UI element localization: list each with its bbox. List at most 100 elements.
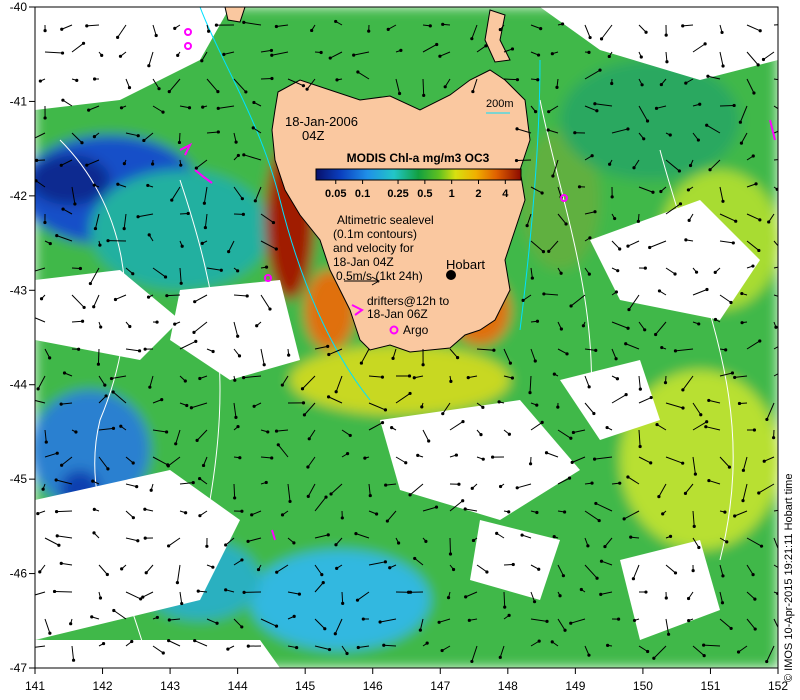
arrow-head bbox=[320, 573, 324, 577]
arrow-head bbox=[427, 439, 431, 443]
arrow-head bbox=[187, 106, 192, 110]
arrow-head bbox=[438, 54, 442, 58]
arrow-head bbox=[341, 601, 345, 605]
isobath-label: 200m bbox=[486, 98, 514, 110]
arrow-head bbox=[88, 281, 92, 286]
arrow-head bbox=[618, 247, 622, 251]
arrow-head bbox=[457, 482, 461, 486]
arrow-head bbox=[421, 363, 425, 367]
arrow-head bbox=[587, 385, 591, 389]
arrow-head bbox=[437, 620, 441, 624]
lon-tick-label: 144 bbox=[228, 679, 248, 693]
arrow-head bbox=[636, 219, 640, 223]
velocity-arrow bbox=[260, 77, 272, 80]
arrow-head bbox=[219, 268, 223, 272]
arrow-head bbox=[507, 510, 511, 514]
arrow-head bbox=[242, 590, 246, 594]
arrow-head bbox=[779, 631, 782, 634]
arrow-head bbox=[198, 476, 202, 481]
arrow-head bbox=[503, 605, 507, 609]
arrow-head bbox=[28, 139, 31, 142]
arrow-head bbox=[300, 387, 305, 391]
arrow-head bbox=[721, 199, 725, 203]
arrow-head bbox=[741, 498, 745, 503]
arrow-head bbox=[705, 123, 709, 127]
arrow-head bbox=[521, 298, 525, 302]
arrow-head bbox=[631, 577, 636, 581]
arrow-head bbox=[652, 656, 656, 660]
arrow-head bbox=[59, 163, 63, 167]
arrow-head bbox=[28, 595, 31, 598]
arrow-head bbox=[559, 327, 563, 331]
hobart-label: Hobart bbox=[446, 257, 485, 272]
arrow-head bbox=[702, 654, 706, 658]
arrow-head bbox=[479, 433, 483, 437]
arrow-head bbox=[461, 499, 465, 503]
arrow-head bbox=[269, 48, 274, 53]
lat-tick-label: -43 bbox=[10, 283, 28, 297]
arrow-head bbox=[721, 574, 725, 578]
arrow-head bbox=[659, 189, 663, 194]
arrow-head bbox=[328, 56, 332, 60]
arrow-head bbox=[234, 140, 238, 144]
arrow-head bbox=[175, 581, 180, 585]
arrow-head bbox=[361, 617, 365, 621]
arrow-head bbox=[696, 138, 700, 142]
arrow-head bbox=[348, 433, 352, 438]
arrow-head bbox=[262, 363, 266, 367]
arrow-head bbox=[713, 317, 718, 322]
arrow-head bbox=[180, 601, 184, 606]
arrow-head bbox=[515, 127, 519, 131]
arrow-head bbox=[92, 77, 97, 81]
arrow-head bbox=[595, 109, 599, 113]
arrow-head bbox=[688, 163, 693, 168]
arrow-head bbox=[92, 135, 97, 139]
arrow-head bbox=[687, 618, 691, 623]
arrow-head bbox=[694, 270, 699, 274]
arrow-head bbox=[48, 241, 52, 246]
arrow-head bbox=[85, 24, 89, 28]
arrow-head bbox=[528, 391, 532, 395]
arrow-head bbox=[241, 212, 245, 216]
arrow-head bbox=[780, 109, 783, 112]
arrow-head bbox=[471, 538, 476, 543]
credit-text: © IMOS 10-Apr-2015 19:21:11 Hobart time bbox=[783, 474, 795, 682]
arrow-head bbox=[729, 300, 733, 305]
arrow-head bbox=[242, 20, 246, 25]
arrow-head bbox=[55, 451, 59, 455]
arrow-head bbox=[599, 559, 604, 563]
colorbar-tick-label: 0.05 bbox=[325, 188, 346, 200]
arrow-head bbox=[686, 188, 691, 192]
arrow-head bbox=[173, 26, 177, 30]
arrow-head bbox=[528, 462, 533, 466]
arrow-head bbox=[185, 403, 189, 408]
arrow-head bbox=[352, 53, 356, 57]
drifters-note-line: 18-Jan 06Z bbox=[367, 307, 428, 321]
arrow-head bbox=[449, 379, 453, 383]
arrow-head bbox=[707, 478, 711, 483]
arrow-head bbox=[92, 305, 96, 309]
arrow-head bbox=[533, 359, 537, 363]
arrow-head bbox=[161, 110, 165, 114]
arrow-head bbox=[390, 426, 394, 430]
arrow-head bbox=[705, 287, 709, 292]
arrow-head bbox=[608, 162, 612, 166]
arrow-head bbox=[587, 272, 591, 276]
arrow-head bbox=[507, 432, 511, 436]
arrow-head bbox=[264, 480, 268, 485]
arrow-head bbox=[256, 567, 261, 572]
arrow-head bbox=[167, 90, 171, 94]
arrow-head bbox=[733, 375, 737, 380]
arrow-head bbox=[774, 325, 778, 329]
arrow-head bbox=[407, 374, 412, 378]
arrow-head bbox=[306, 465, 310, 469]
arrow-head bbox=[367, 29, 371, 33]
arrow-head bbox=[301, 401, 306, 405]
arrow-head bbox=[752, 91, 756, 95]
arrow-head bbox=[713, 270, 717, 275]
arrow-head bbox=[599, 592, 603, 596]
arrow-head bbox=[756, 63, 760, 67]
velocity-arrow bbox=[503, 591, 506, 608]
arrow-head bbox=[74, 430, 78, 434]
arrow-head bbox=[96, 362, 101, 366]
